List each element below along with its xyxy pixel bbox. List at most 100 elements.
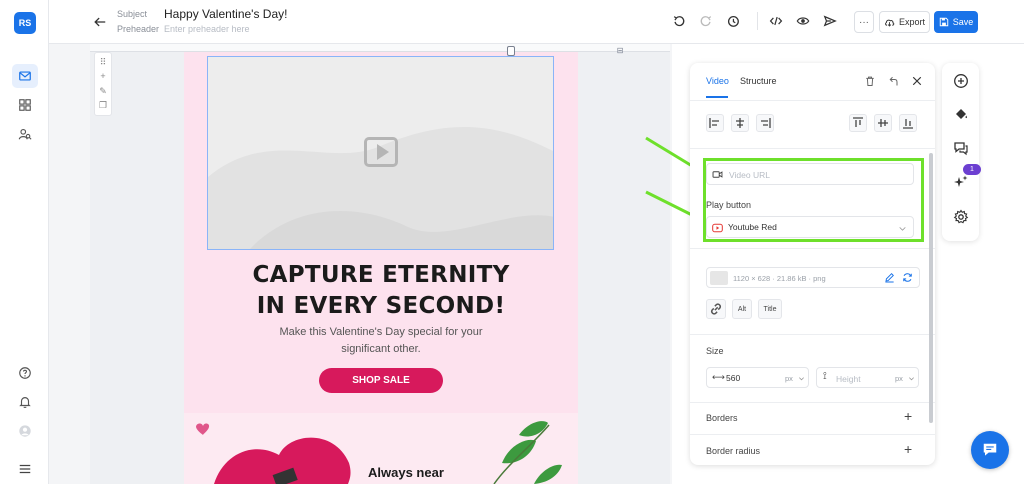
toolbar-divider — [757, 12, 758, 30]
align-right-button[interactable] — [756, 114, 774, 132]
mail-icon — [19, 71, 31, 81]
trash-icon[interactable] — [864, 75, 876, 87]
link-icon — [711, 303, 721, 315]
refresh-icon[interactable] — [902, 272, 913, 283]
paint-bucket-icon[interactable] — [953, 106, 969, 122]
always-near-heading: Always near — [368, 465, 444, 480]
sidebar-item-templates[interactable] — [12, 93, 38, 117]
valign-middle-icon — [878, 119, 888, 127]
right-rail — [942, 63, 979, 241]
code-button[interactable] — [768, 13, 784, 29]
align-left-icon — [709, 118, 719, 128]
sidebar-item-contacts[interactable] — [12, 122, 38, 146]
export-button[interactable]: Export — [879, 11, 930, 33]
copy-icon[interactable]: ❐ — [99, 101, 107, 110]
save-button[interactable]: Save — [934, 11, 978, 33]
headline-line-2: IN EVERY SECOND! — [256, 293, 506, 319]
valign-top-button[interactable] — [849, 114, 867, 132]
panel-divider — [690, 434, 935, 435]
image-file-field[interactable]: 1120 × 628 · 21.86 kB · png — [706, 267, 920, 288]
video-block[interactable] — [207, 56, 554, 250]
valign-top-icon — [853, 117, 863, 127]
height-placeholder: Height — [836, 374, 861, 384]
save-label: Save — [952, 17, 974, 27]
undo-button[interactable] — [671, 13, 687, 29]
menu-button[interactable] — [12, 457, 38, 481]
panel-scrollbar[interactable] — [929, 153, 933, 423]
cloud-download-icon — [885, 19, 895, 27]
editor-canvas: ⠿ + ✎ ❐ ⊟ CAPTURE ETERNITY IN EVERY SECO… — [49, 44, 672, 484]
drag-handle-icon[interactable]: ⠿ — [100, 57, 107, 67]
tab-video[interactable]: Video — [706, 76, 729, 86]
history-button[interactable] — [725, 13, 741, 29]
shop-sale-button[interactable]: SHOP SALE — [319, 368, 443, 393]
panel-divider — [690, 334, 935, 335]
add-block-icon[interactable]: + — [100, 72, 105, 81]
preheader-label: Preheader — [117, 24, 160, 34]
support-chat-button[interactable] — [971, 431, 1009, 469]
height-unit[interactable]: px — [895, 374, 903, 383]
headline-line-1: CAPTURE ETERNITY — [252, 262, 510, 288]
subject-input[interactable]: Happy Valentine's Day! — [164, 7, 287, 21]
edit-pencil-icon[interactable] — [884, 272, 895, 283]
alt-button[interactable]: Alt — [732, 299, 752, 319]
back-arrow-icon[interactable] — [93, 15, 107, 29]
add-icon[interactable] — [953, 73, 969, 89]
resize-handle-icon[interactable] — [507, 46, 515, 56]
monitor-icon[interactable]: ⊟ — [615, 46, 625, 56]
border-radius-label[interactable]: Border radius — [706, 446, 760, 456]
align-left-button[interactable] — [706, 114, 724, 132]
width-input[interactable]: ⟷ 560 px — [706, 367, 809, 388]
width-unit[interactable]: px — [785, 374, 793, 383]
border-radius-add-icon[interactable]: + — [904, 441, 912, 457]
canvas-ruler — [90, 44, 670, 52]
code-icon — [769, 16, 783, 26]
sidebar-item-campaigns[interactable] — [12, 64, 38, 88]
close-icon[interactable] — [911, 75, 923, 87]
notifications-button[interactable] — [12, 390, 38, 414]
properties-panel: Video Structure Video URL Play button Yo… — [690, 63, 935, 465]
borders-add-icon[interactable]: + — [904, 408, 912, 424]
more-options-button[interactable]: ··· — [854, 11, 874, 33]
preview-button[interactable] — [795, 13, 811, 29]
comments-icon[interactable] — [953, 140, 969, 156]
borders-label[interactable]: Borders — [706, 413, 738, 423]
title-button[interactable]: Title — [758, 299, 782, 319]
height-input[interactable]: ⟟ Height px — [816, 367, 919, 388]
email-subtext: Make this Valentine's Day special for yo… — [184, 324, 578, 358]
valign-middle-button[interactable] — [874, 114, 892, 132]
settings-icon[interactable] — [953, 209, 969, 225]
subtext-line-1: Make this Valentine's Day special for yo… — [279, 326, 483, 338]
help-button[interactable] — [12, 361, 38, 385]
align-right-icon — [761, 118, 771, 128]
email-headline: CAPTURE ETERNITY IN EVERY SECOND! — [184, 260, 578, 322]
subject-label: Subject — [117, 9, 148, 19]
edit-pencil-icon[interactable]: ✎ — [99, 86, 107, 96]
contacts-icon — [18, 128, 32, 140]
preheader-input[interactable]: Enter preheader here — [164, 24, 250, 34]
profile-avatar[interactable] — [12, 419, 38, 443]
align-center-button[interactable] — [731, 114, 749, 132]
redo-button[interactable] — [698, 13, 714, 29]
select-parent-icon[interactable] — [888, 75, 900, 87]
save-disk-icon — [939, 17, 948, 27]
ai-sparkle-icon[interactable] — [953, 174, 969, 190]
app-logo[interactable]: RS — [14, 12, 36, 34]
left-sidebar: RS — [0, 0, 49, 484]
link-button[interactable] — [706, 299, 726, 319]
history-icon — [727, 15, 739, 27]
valign-bottom-button[interactable] — [899, 114, 917, 132]
width-value: 560 — [726, 373, 741, 383]
export-label: Export — [898, 17, 925, 27]
subtext-line-2: significant other. — [341, 343, 421, 355]
chat-bubble-icon — [983, 443, 997, 456]
bell-icon — [19, 397, 31, 408]
tab-structure[interactable]: Structure — [740, 76, 777, 86]
valign-bottom-icon — [903, 119, 913, 129]
image-thumbnail — [710, 271, 728, 285]
panel-divider — [690, 148, 935, 149]
send-button[interactable] — [822, 13, 838, 29]
play-icon — [364, 137, 398, 167]
avatar-icon — [19, 425, 31, 437]
annotation-highlight-box — [703, 158, 924, 242]
